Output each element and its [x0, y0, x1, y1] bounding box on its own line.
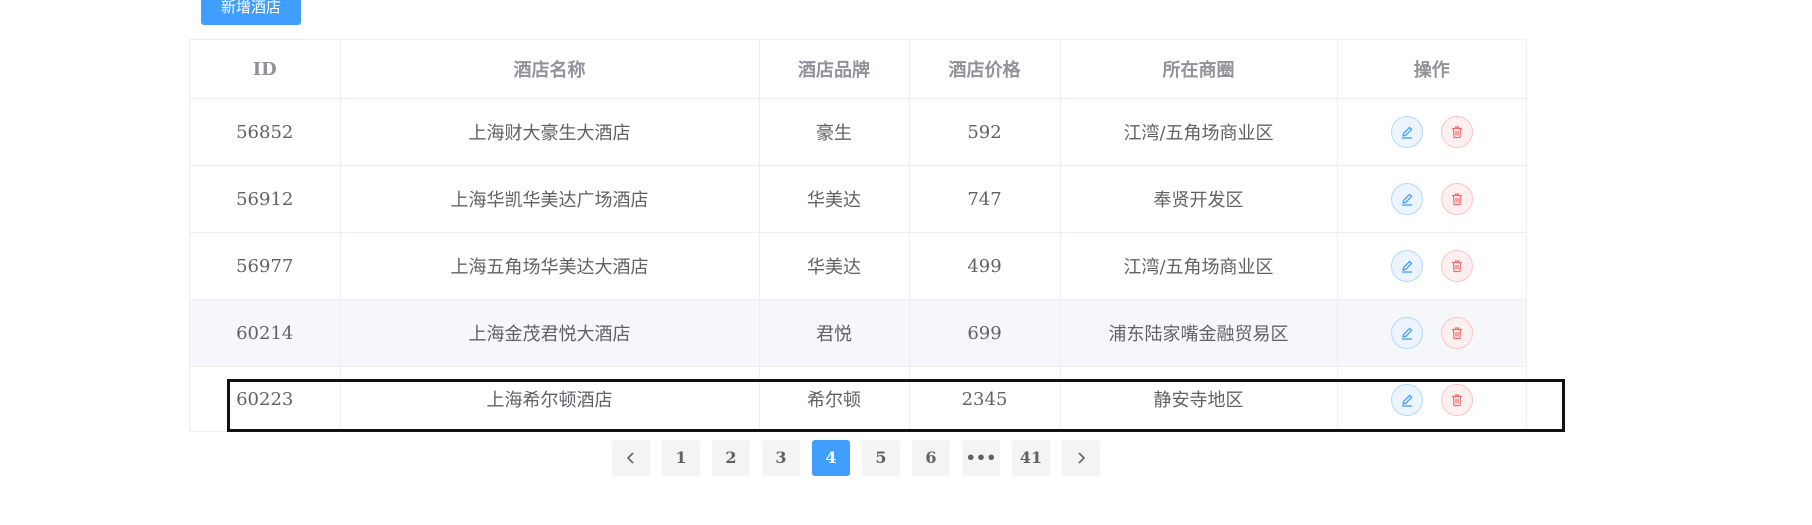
cell-id: 60214	[190, 299, 341, 367]
table-row: 60223 上海希尔顿酒店 希尔顿 2345 静安寺地区	[190, 366, 1526, 433]
cell-id: 56852	[190, 98, 341, 166]
delete-icon	[1451, 193, 1462, 206]
delete-icon	[1451, 393, 1462, 406]
edit-button[interactable]	[1390, 250, 1423, 282]
cell-hotel-name: 上海五角场华美达大酒店	[340, 232, 760, 300]
hotel-management-page: 新增酒店 ID 酒店名称 酒店品牌 酒店价格 所在商圈 操作 56852 上海财…	[0, 0, 1812, 525]
business-area-text: 静安寺地区	[1153, 389, 1244, 411]
cell-hotel-name: 上海金茂君悦大酒店	[340, 299, 760, 367]
cell-id: 56912	[190, 165, 341, 233]
page-button-current[interactable]: 4	[812, 440, 850, 476]
cell-hotel-price: 699	[909, 299, 1061, 367]
cell-actions	[1337, 98, 1526, 166]
edit-icon	[1401, 260, 1413, 273]
edit-button[interactable]	[1390, 317, 1423, 349]
cell-hotel-price: 747	[909, 165, 1061, 233]
header-hotel-price: 酒店价格	[909, 40, 1061, 99]
cell-actions	[1337, 299, 1526, 367]
edit-icon	[1401, 394, 1413, 407]
header-hotel-brand: 酒店品牌	[759, 40, 910, 99]
cell-business-area: 静安寺地区	[1060, 366, 1338, 432]
edit-button[interactable]	[1390, 116, 1423, 148]
cell-hotel-name: 上海华凯华美达广场酒店	[340, 165, 760, 233]
page-button[interactable]: 41	[1012, 440, 1050, 476]
cell-hotel-price: 2345	[909, 366, 1061, 432]
chevron-right-icon	[1078, 452, 1086, 464]
cell-id: 60223	[190, 366, 341, 432]
delete-button[interactable]	[1440, 183, 1473, 215]
edit-icon	[1401, 193, 1413, 206]
table-header-row: ID 酒店名称 酒店品牌 酒店价格 所在商圈 操作	[190, 40, 1526, 99]
page-button[interactable]: 6	[912, 440, 950, 476]
chevron-left-icon	[626, 452, 634, 464]
hotel-name-text: 上海希尔顿酒店	[486, 389, 613, 411]
delete-button[interactable]	[1440, 383, 1473, 416]
cell-business-area: 奉贤开发区	[1060, 165, 1338, 233]
more-pages-button[interactable]: •••	[962, 440, 1000, 476]
cell-actions	[1337, 232, 1526, 300]
cell-hotel-name: 上海财大豪生大酒店	[340, 98, 760, 166]
header-actions: 操作	[1337, 40, 1526, 99]
delete-button[interactable]	[1440, 116, 1473, 148]
cell-hotel-brand: 希尔顿	[759, 366, 910, 432]
cell-business-area: 江湾/五角场商业区	[1060, 232, 1338, 300]
cell-hotel-brand: 君悦	[759, 299, 910, 367]
edit-button[interactable]	[1390, 183, 1423, 215]
cell-business-area: 江湾/五角场商业区	[1060, 98, 1338, 166]
cell-hotel-brand: 华美达	[759, 165, 910, 233]
table-row: 56912 上海华凯华美达广场酒店 华美达 747 奉贤开发区	[190, 165, 1526, 233]
cell-hotel-name: 上海希尔顿酒店	[340, 366, 760, 432]
table-row: 56852 上海财大豪生大酒店 豪生 592 江湾/五角场商业区	[190, 98, 1526, 166]
page-button[interactable]: 1	[662, 440, 700, 476]
header-id: ID	[190, 40, 341, 99]
hotel-brand-text: 希尔顿	[807, 389, 861, 411]
cell-actions	[1337, 367, 1526, 433]
edit-icon	[1401, 126, 1413, 139]
cell-id: 56977	[190, 232, 341, 300]
cell-actions	[1337, 165, 1526, 233]
cell-business-area: 浦东陆家嘴金融贸易区	[1060, 299, 1338, 367]
table-row: 56977 上海五角场华美达大酒店 华美达 499 江湾/五角场商业区	[190, 232, 1526, 300]
page-button[interactable]: 3	[762, 440, 800, 476]
next-page-button[interactable]	[1062, 440, 1100, 476]
delete-icon	[1451, 260, 1462, 273]
delete-button[interactable]	[1440, 250, 1473, 282]
page-button[interactable]: 2	[712, 440, 750, 476]
header-business-area: 所在商圈	[1060, 40, 1338, 99]
pagination: 1 2 3 4 5 6 ••• 41	[612, 440, 1100, 476]
cell-hotel-price: 592	[909, 98, 1061, 166]
table-row: 60214 上海金茂君悦大酒店 君悦 699 浦东陆家嘴金融贸易区	[190, 299, 1526, 367]
delete-button[interactable]	[1440, 317, 1473, 349]
add-hotel-button[interactable]: 新增酒店	[201, 0, 301, 25]
cell-hotel-brand: 华美达	[759, 232, 910, 300]
delete-icon	[1451, 327, 1462, 340]
prev-page-button[interactable]	[612, 440, 650, 476]
page-button[interactable]: 5	[862, 440, 900, 476]
header-hotel-name: 酒店名称	[340, 40, 760, 99]
delete-icon	[1451, 126, 1462, 139]
edit-button[interactable]	[1390, 383, 1423, 416]
cell-hotel-price: 499	[909, 232, 1061, 300]
edit-icon	[1401, 327, 1413, 340]
hotel-table: ID 酒店名称 酒店品牌 酒店价格 所在商圈 操作 56852 上海财大豪生大酒…	[189, 39, 1527, 432]
cell-hotel-brand: 豪生	[759, 98, 910, 166]
